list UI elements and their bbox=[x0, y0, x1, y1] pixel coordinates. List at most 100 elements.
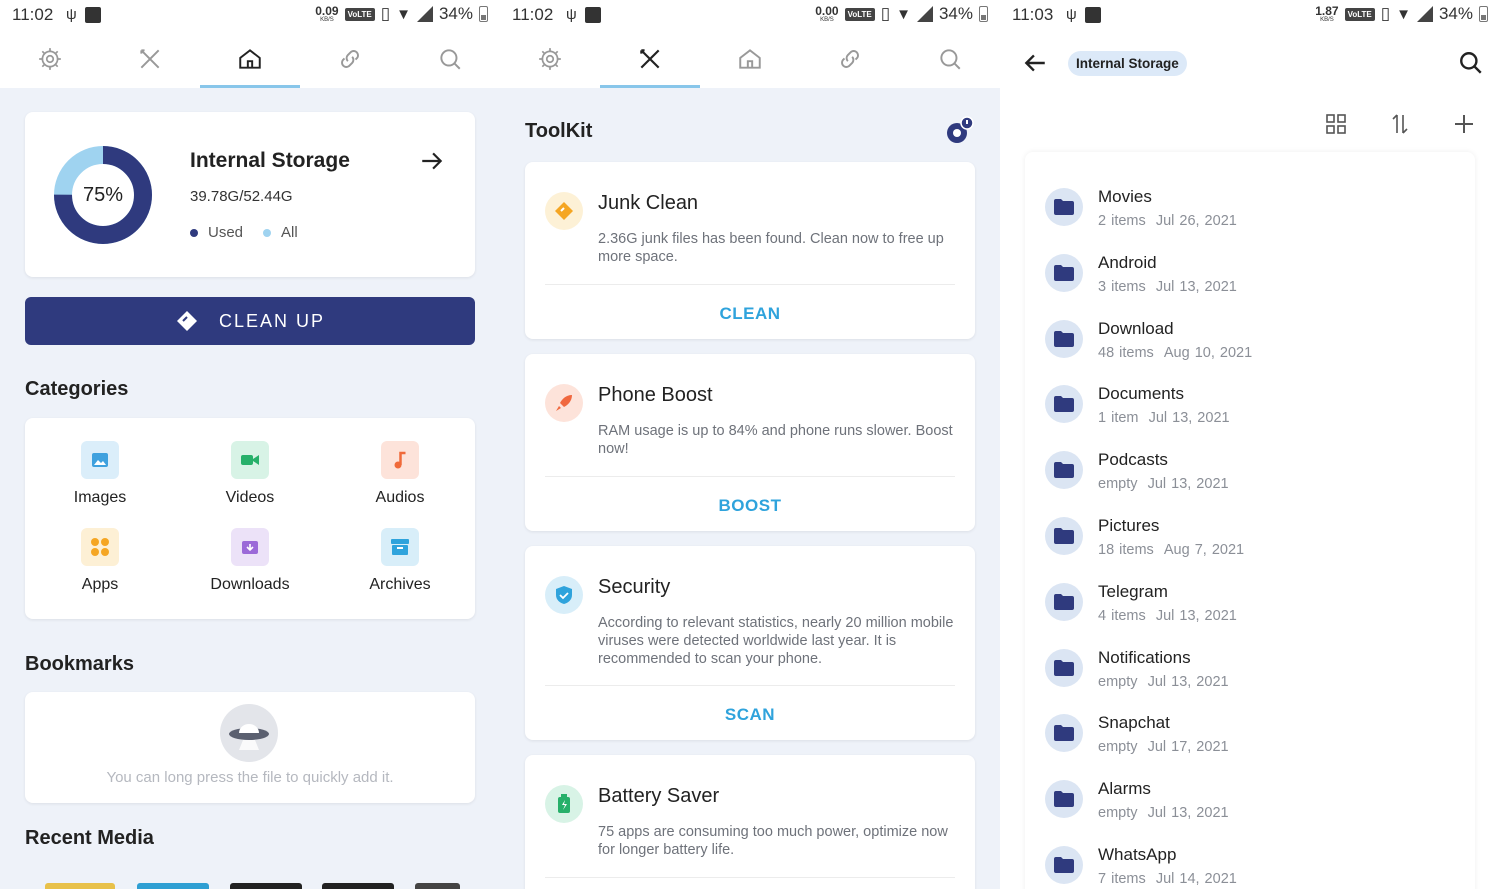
tool-card-junk-clean: Junk Clean 2.36G junk files has been fou… bbox=[525, 162, 975, 339]
browser-header: Internal Storage bbox=[1000, 30, 1500, 97]
tab-search[interactable] bbox=[400, 30, 500, 88]
folder-count: empty bbox=[1098, 476, 1138, 493]
folder-row[interactable]: Alarms empty Jul 13, 2021 bbox=[1025, 765, 1475, 831]
folder-name: Android bbox=[1098, 252, 1157, 272]
broom-icon bbox=[176, 311, 197, 331]
recent-media-title: Recent Media bbox=[25, 827, 154, 849]
tab-settings[interactable] bbox=[500, 30, 600, 88]
folder-meta: 18 items Aug 7, 2021 bbox=[1098, 542, 1244, 558]
folder-count: 7 items bbox=[1098, 871, 1146, 887]
folder-row[interactable]: Notifications empty Jul 13, 2021 bbox=[1025, 634, 1475, 700]
folder-icon bbox=[1045, 385, 1083, 424]
folder-name: Snapchat bbox=[1098, 713, 1170, 733]
folder-row[interactable]: Documents 1 item Jul 13, 2021 bbox=[1025, 370, 1475, 436]
ufo-icon bbox=[220, 704, 278, 762]
folder-row[interactable]: Snapchat empty Jul 17, 2021 bbox=[1025, 699, 1475, 765]
category-images[interactable]: Images bbox=[25, 441, 175, 507]
folder-date: Jul 13, 2021 bbox=[1155, 607, 1237, 624]
folder-row[interactable]: Download 48 items Aug 10, 2021 bbox=[1025, 305, 1475, 371]
folder-date: Jul 26, 2021 bbox=[1155, 213, 1237, 229]
shield-icon bbox=[545, 576, 583, 614]
recent-media-thumb[interactable] bbox=[322, 883, 394, 889]
settings-badge-icon[interactable] bbox=[943, 115, 975, 147]
search-icon[interactable] bbox=[1458, 50, 1484, 76]
folder-meta: 3 items Jul 13, 2021 bbox=[1098, 279, 1237, 295]
grid-view-icon[interactable] bbox=[1324, 112, 1348, 136]
tool-name: Battery Saver bbox=[598, 785, 720, 807]
breadcrumb[interactable]: Internal Storage bbox=[1068, 51, 1187, 76]
folder-date: Jul 13, 2021 bbox=[1155, 278, 1237, 295]
folder-row[interactable]: Telegram 4 items Jul 13, 2021 bbox=[1025, 568, 1475, 634]
folder-icon bbox=[1045, 846, 1083, 884]
folder-row[interactable]: Android 3 items Jul 13, 2021 bbox=[1025, 239, 1475, 305]
legend-all: All bbox=[263, 224, 298, 241]
categories-card: Images Videos Audios Apps Downloads Arch… bbox=[25, 418, 475, 619]
volte-badge: VoLTE bbox=[344, 7, 375, 21]
category-audios[interactable]: Audios bbox=[325, 441, 475, 507]
back-arrow-icon[interactable] bbox=[1022, 50, 1048, 76]
scan-button[interactable]: SCAN bbox=[525, 705, 975, 725]
folder-name: WhatsApp bbox=[1098, 845, 1177, 864]
folder-icon bbox=[1045, 253, 1083, 292]
signal-icon bbox=[1416, 6, 1433, 22]
notification-icon bbox=[1084, 6, 1101, 23]
recent-media-thumb[interactable] bbox=[230, 883, 302, 889]
tab-home[interactable] bbox=[200, 30, 300, 88]
category-archives[interactable]: Archives bbox=[325, 528, 475, 594]
folder-meta: empty Jul 13, 2021 bbox=[1098, 805, 1229, 821]
storage-percent: 75% bbox=[82, 183, 124, 206]
clean-button[interactable]: CLEAN bbox=[525, 304, 975, 324]
wifi-icon: ▼ bbox=[396, 5, 411, 23]
add-icon[interactable] bbox=[1452, 112, 1476, 136]
category-videos[interactable]: Videos bbox=[175, 441, 325, 507]
folder-meta: 1 item Jul 13, 2021 bbox=[1098, 410, 1230, 426]
clean-up-button[interactable]: CLEAN UP bbox=[25, 297, 475, 345]
boost-button[interactable]: BOOST bbox=[525, 496, 975, 516]
battery-icon bbox=[1479, 6, 1488, 22]
tab-home[interactable] bbox=[700, 30, 800, 88]
arrow-right-icon[interactable] bbox=[419, 148, 445, 174]
status-time: 11:02 bbox=[512, 5, 554, 24]
sort-icon[interactable] bbox=[1388, 112, 1412, 136]
notification-icon bbox=[584, 6, 601, 23]
folder-icon bbox=[1045, 319, 1083, 358]
folder-row[interactable]: WhatsApp 7 items Jul 14, 2021 bbox=[1025, 831, 1475, 889]
tab-links[interactable] bbox=[300, 30, 400, 88]
category-apps[interactable]: Apps bbox=[25, 528, 175, 594]
battery-charge-icon bbox=[545, 785, 583, 823]
folder-meta: empty Jul 13, 2021 bbox=[1098, 674, 1229, 690]
folder-name: Documents bbox=[1098, 384, 1184, 404]
status-time: 11:02 bbox=[12, 5, 54, 24]
folder-row[interactable]: Movies 2 items Jul 26, 2021 bbox=[1025, 173, 1475, 239]
folder-date: Jul 14, 2021 bbox=[1155, 871, 1237, 887]
tab-search[interactable] bbox=[900, 30, 1000, 88]
recent-media-thumb[interactable] bbox=[137, 883, 209, 889]
tool-card-battery-saver: Battery Saver 75 apps are consuming too … bbox=[525, 755, 975, 889]
download-icon bbox=[231, 528, 269, 566]
search-icon bbox=[940, 49, 961, 70]
wifi-icon: ▼ bbox=[896, 5, 911, 23]
tab-settings[interactable] bbox=[0, 30, 100, 88]
folder-count: 18 items bbox=[1098, 542, 1154, 558]
folder-row[interactable]: Pictures 18 items Aug 7, 2021 bbox=[1025, 502, 1475, 568]
category-downloads[interactable]: Downloads bbox=[175, 528, 325, 594]
storage-card[interactable]: 75% Internal Storage 39.78G/52.44G Used … bbox=[25, 112, 475, 277]
toolkit-screen: 11:02 ψ 0.00KB/S VoLTE ▯ ▼ 34% ToolKit bbox=[500, 0, 1000, 889]
folder-name: Pictures bbox=[1098, 516, 1160, 535]
gear-icon bbox=[39, 48, 61, 70]
recent-media-thumb[interactable] bbox=[415, 883, 460, 889]
folder-date: Jul 13, 2021 bbox=[1147, 476, 1229, 493]
tools-icon bbox=[640, 49, 660, 69]
tab-tools[interactable] bbox=[600, 30, 700, 88]
folder-count: 3 items bbox=[1098, 278, 1146, 295]
broom-icon bbox=[545, 192, 583, 230]
battery-percent: 34% bbox=[438, 4, 473, 23]
tab-tools[interactable] bbox=[100, 30, 200, 88]
tab-links[interactable] bbox=[800, 30, 900, 88]
bookmarks-card: You can long press the file to quickly a… bbox=[25, 692, 475, 803]
tool-name: Security bbox=[598, 576, 671, 598]
recent-media-thumb[interactable] bbox=[45, 883, 115, 889]
folder-row[interactable]: Podcasts empty Jul 13, 2021 bbox=[1025, 436, 1475, 502]
net-speed: 0.09 KB/S bbox=[315, 4, 339, 23]
folder-count: empty bbox=[1098, 673, 1138, 690]
